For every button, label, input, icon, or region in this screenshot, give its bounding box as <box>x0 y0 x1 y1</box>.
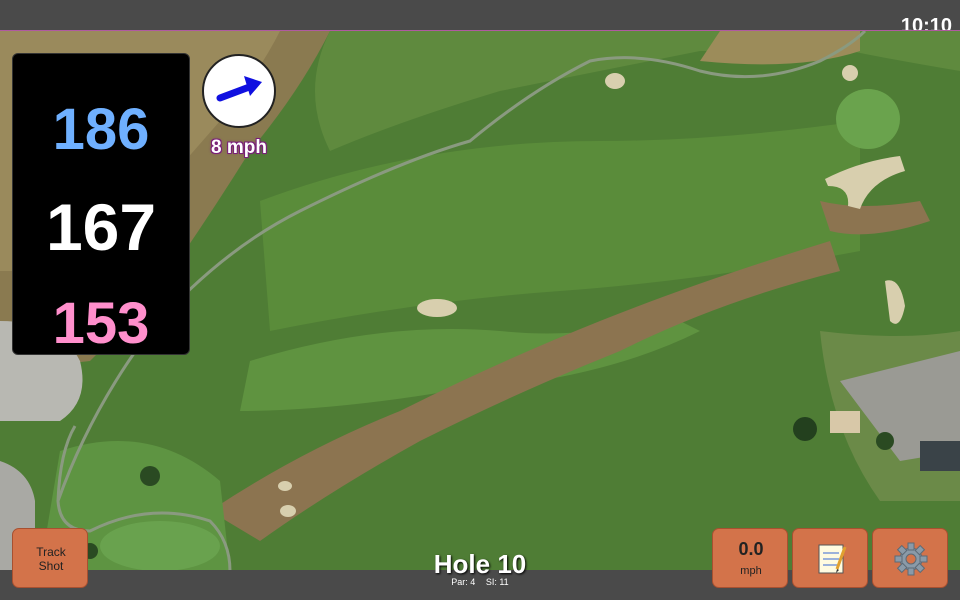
hole-info: Par: 4 SI: 11 <box>380 577 580 587</box>
speed-button[interactable]: 0.0 mph <box>712 528 788 588</box>
middle-distance: 167 <box>45 190 157 264</box>
back-distance: 186 <box>52 97 150 162</box>
front-distance: 153 <box>52 291 150 356</box>
hole-title: Hole 10 <box>433 549 527 579</box>
top-status-bar <box>0 0 960 30</box>
notes-button[interactable] <box>792 528 868 588</box>
gear-icon <box>894 542 928 576</box>
wind-speed: 8 mph <box>211 137 267 158</box>
settings-button[interactable] <box>872 528 948 588</box>
track-shot-label: Track Shot <box>36 545 66 573</box>
course-map[interactable]: 186 167 153 8 mph <box>0 30 960 571</box>
track-shot-button[interactable]: Track Shot <box>12 528 88 588</box>
distance-panel: 186 167 153 <box>12 53 190 356</box>
speed-value: 0.0 <box>738 539 764 559</box>
speed-unit: mph <box>740 565 762 577</box>
notepad-icon <box>818 544 847 574</box>
wind-arrow-icon <box>216 76 262 102</box>
hole-stroke-index: SI: 11 <box>485 577 509 587</box>
hole-par: Par: 4 <box>451 577 476 587</box>
wind-indicator <box>202 54 276 128</box>
